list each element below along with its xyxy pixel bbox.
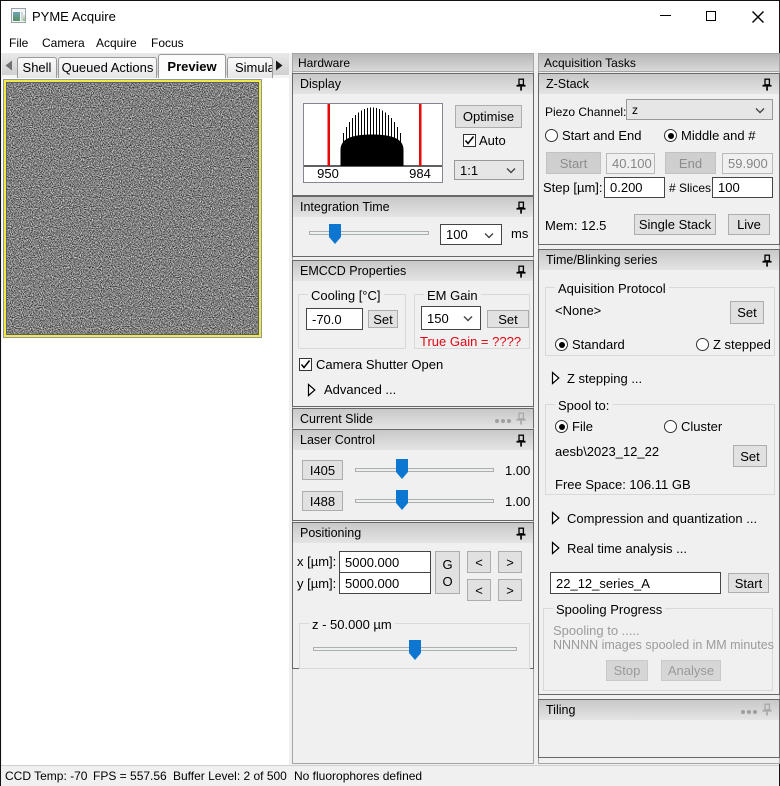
svg-text:984: 984 <box>409 166 431 181</box>
svg-text:950: 950 <box>317 166 339 181</box>
